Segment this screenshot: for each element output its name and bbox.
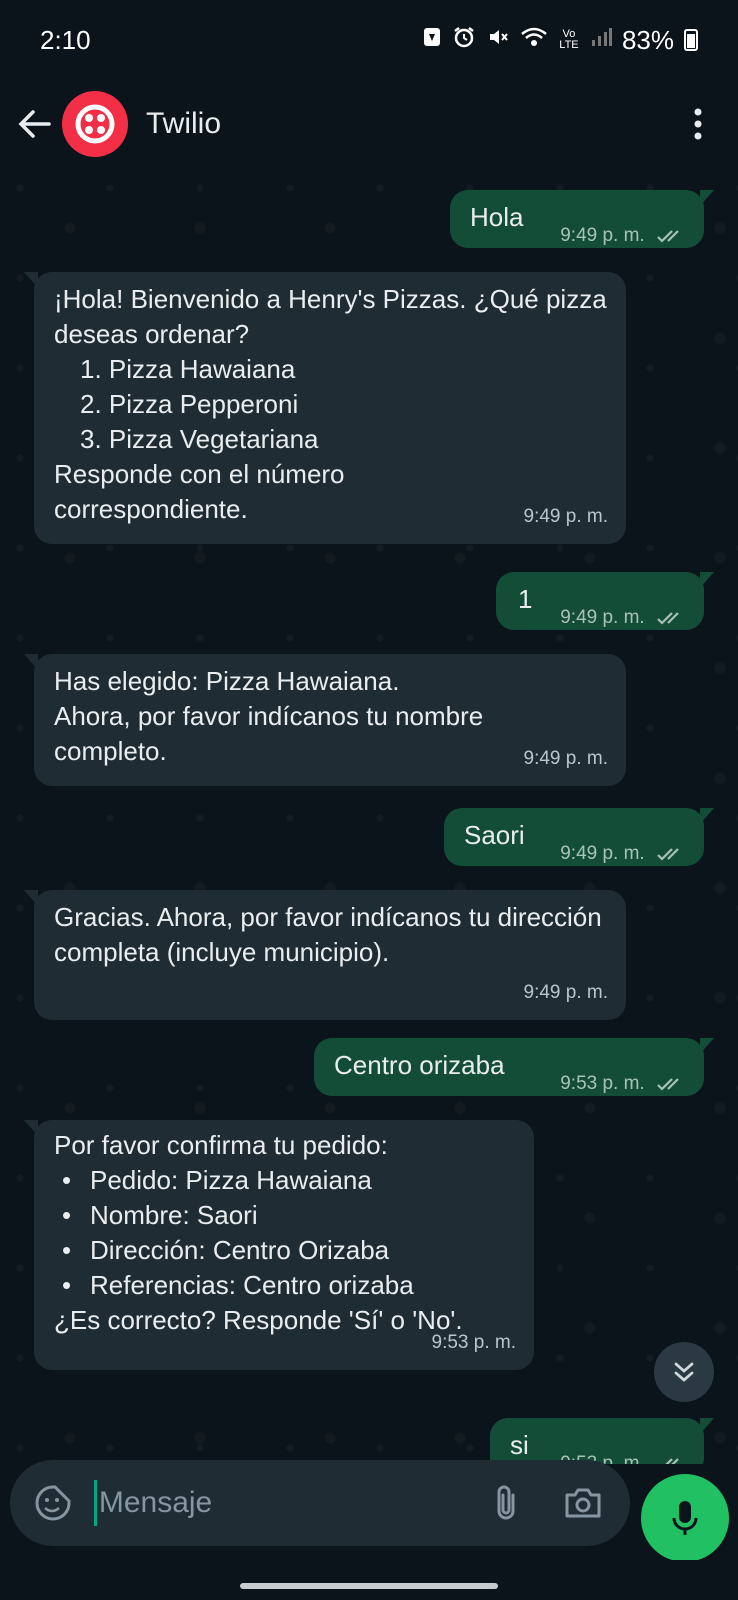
message-outro: Responde con el número correspondiente. xyxy=(54,459,345,524)
message-outgoing[interactable]: Saori 9:49 p. m. xyxy=(444,808,714,866)
notification-icon xyxy=(422,26,442,54)
message-incoming[interactable]: Gracias. Ahora, por favor indícanos tu d… xyxy=(24,890,626,1020)
sticker-icon[interactable] xyxy=(34,1483,72,1523)
list-item: • Referencias: Centro orizaba xyxy=(62,1270,414,1300)
chat-header: Twilio xyxy=(0,80,738,168)
message-composer xyxy=(10,1460,630,1546)
message-text: ¡Hola! Bienvenido a Henry's Pizzas. ¿Qué… xyxy=(54,282,614,527)
read-ticks-icon xyxy=(657,230,679,243)
message-incoming[interactable]: ¡Hola! Bienvenido a Henry's Pizzas. ¿Qué… xyxy=(24,272,626,544)
mute-icon xyxy=(486,25,510,55)
message-outgoing[interactable]: Hola 9:49 p. m. xyxy=(450,190,714,248)
double-chevron-down-icon xyxy=(674,1362,694,1382)
message-time: 9:53 p. m. xyxy=(431,1332,517,1353)
message-text: Hola xyxy=(470,202,524,232)
avatar[interactable] xyxy=(62,91,128,157)
read-ticks-icon xyxy=(657,612,679,625)
message-time: 9:49 p. m. xyxy=(560,218,688,253)
battery-icon xyxy=(684,29,698,51)
list-item: 2. Pizza Pepperoni xyxy=(80,389,299,419)
message-time: 9:53 p. m. xyxy=(560,1066,688,1101)
wifi-icon xyxy=(520,25,548,55)
message-text: si xyxy=(510,1430,529,1460)
message-incoming[interactable]: Por favor confirma tu pedido: • Pedido: P… xyxy=(24,1120,534,1370)
message-text: Gracias. Ahora, por favor indícanos tu d… xyxy=(54,902,609,967)
system-nav-bar xyxy=(0,1560,738,1600)
message-text: 1 xyxy=(518,584,533,614)
back-arrow-icon[interactable] xyxy=(14,104,54,144)
message-text: Centro orizaba xyxy=(334,1050,505,1080)
alarm-icon xyxy=(452,25,476,55)
message-intro: Por favor confirma tu pedido: xyxy=(54,1130,388,1160)
list-item: • Nombre: Saori xyxy=(62,1200,258,1230)
home-gesture-handle[interactable] xyxy=(240,1583,498,1589)
message-intro: ¡Hola! Bienvenido a Henry's Pizzas. ¿Qué… xyxy=(54,284,607,349)
voice-message-button[interactable] xyxy=(641,1474,729,1562)
read-ticks-icon xyxy=(657,1078,679,1091)
signal-icon xyxy=(590,26,612,54)
lte-label: Vo LTE xyxy=(559,28,579,51)
read-ticks-icon xyxy=(665,1458,679,1464)
message-time: 9:49 p. m. xyxy=(523,506,609,527)
message-text: Saori xyxy=(464,820,525,850)
message-time: 9:49 p. m. xyxy=(560,600,688,635)
status-time: 2:10 xyxy=(40,24,91,55)
twilio-logo-icon xyxy=(75,104,115,144)
status-icons: Vo LTE 83% xyxy=(422,25,698,56)
status-bar: 2:10 Vo LTE 83% xyxy=(0,0,738,80)
message-time: 9:49 p. m. xyxy=(560,836,688,871)
message-time: 9:49 p. m. xyxy=(523,982,609,1003)
list-item: • Dirección: Centro Orizaba xyxy=(62,1235,390,1265)
text-caret xyxy=(94,1480,97,1526)
message-text: Has elegido: Pizza Hawaiana. Ahora, por … xyxy=(54,666,484,766)
message-outgoing[interactable]: Centro orizaba 9:53 p. m. xyxy=(314,1038,714,1096)
camera-icon[interactable] xyxy=(562,1481,604,1525)
message-incoming[interactable]: Has elegido: Pizza Hawaiana. Ahora, por … xyxy=(24,654,626,786)
more-options-icon[interactable] xyxy=(678,104,718,144)
battery-percent: 83% xyxy=(621,24,674,55)
read-ticks-icon xyxy=(657,848,679,861)
list-item: • Pedido: Pizza Hawaiana xyxy=(62,1165,372,1195)
scroll-to-bottom-button[interactable] xyxy=(654,1342,714,1402)
list-item: 3. Pizza Vegetariana xyxy=(80,424,319,454)
microphone-icon xyxy=(672,1501,698,1535)
message-input[interactable] xyxy=(98,1486,485,1520)
message-time: 9:49 p. m. xyxy=(523,748,609,769)
chat-area[interactable]: Hola 9:49 p. m. ¡Hola! Bienvenido a Henr… xyxy=(0,168,738,1464)
list-item: 1. Pizza Hawaiana xyxy=(80,354,296,384)
attach-icon[interactable] xyxy=(485,1481,527,1525)
pizza-options-list: 1. Pizza Hawaiana 2. Pizza Pepperoni 3. … xyxy=(54,352,614,457)
message-outgoing[interactable]: 1 9:49 p. m. xyxy=(496,572,714,630)
message-text: Por favor confirma tu pedido: • Pedido: P… xyxy=(54,1128,534,1338)
order-summary-list: • Pedido: Pizza Hawaiana • Nombre: Saori •… xyxy=(54,1163,534,1303)
message-outgoing[interactable]: si 9:53 p. m. xyxy=(490,1418,714,1464)
contact-name[interactable]: Twilio xyxy=(146,107,678,141)
